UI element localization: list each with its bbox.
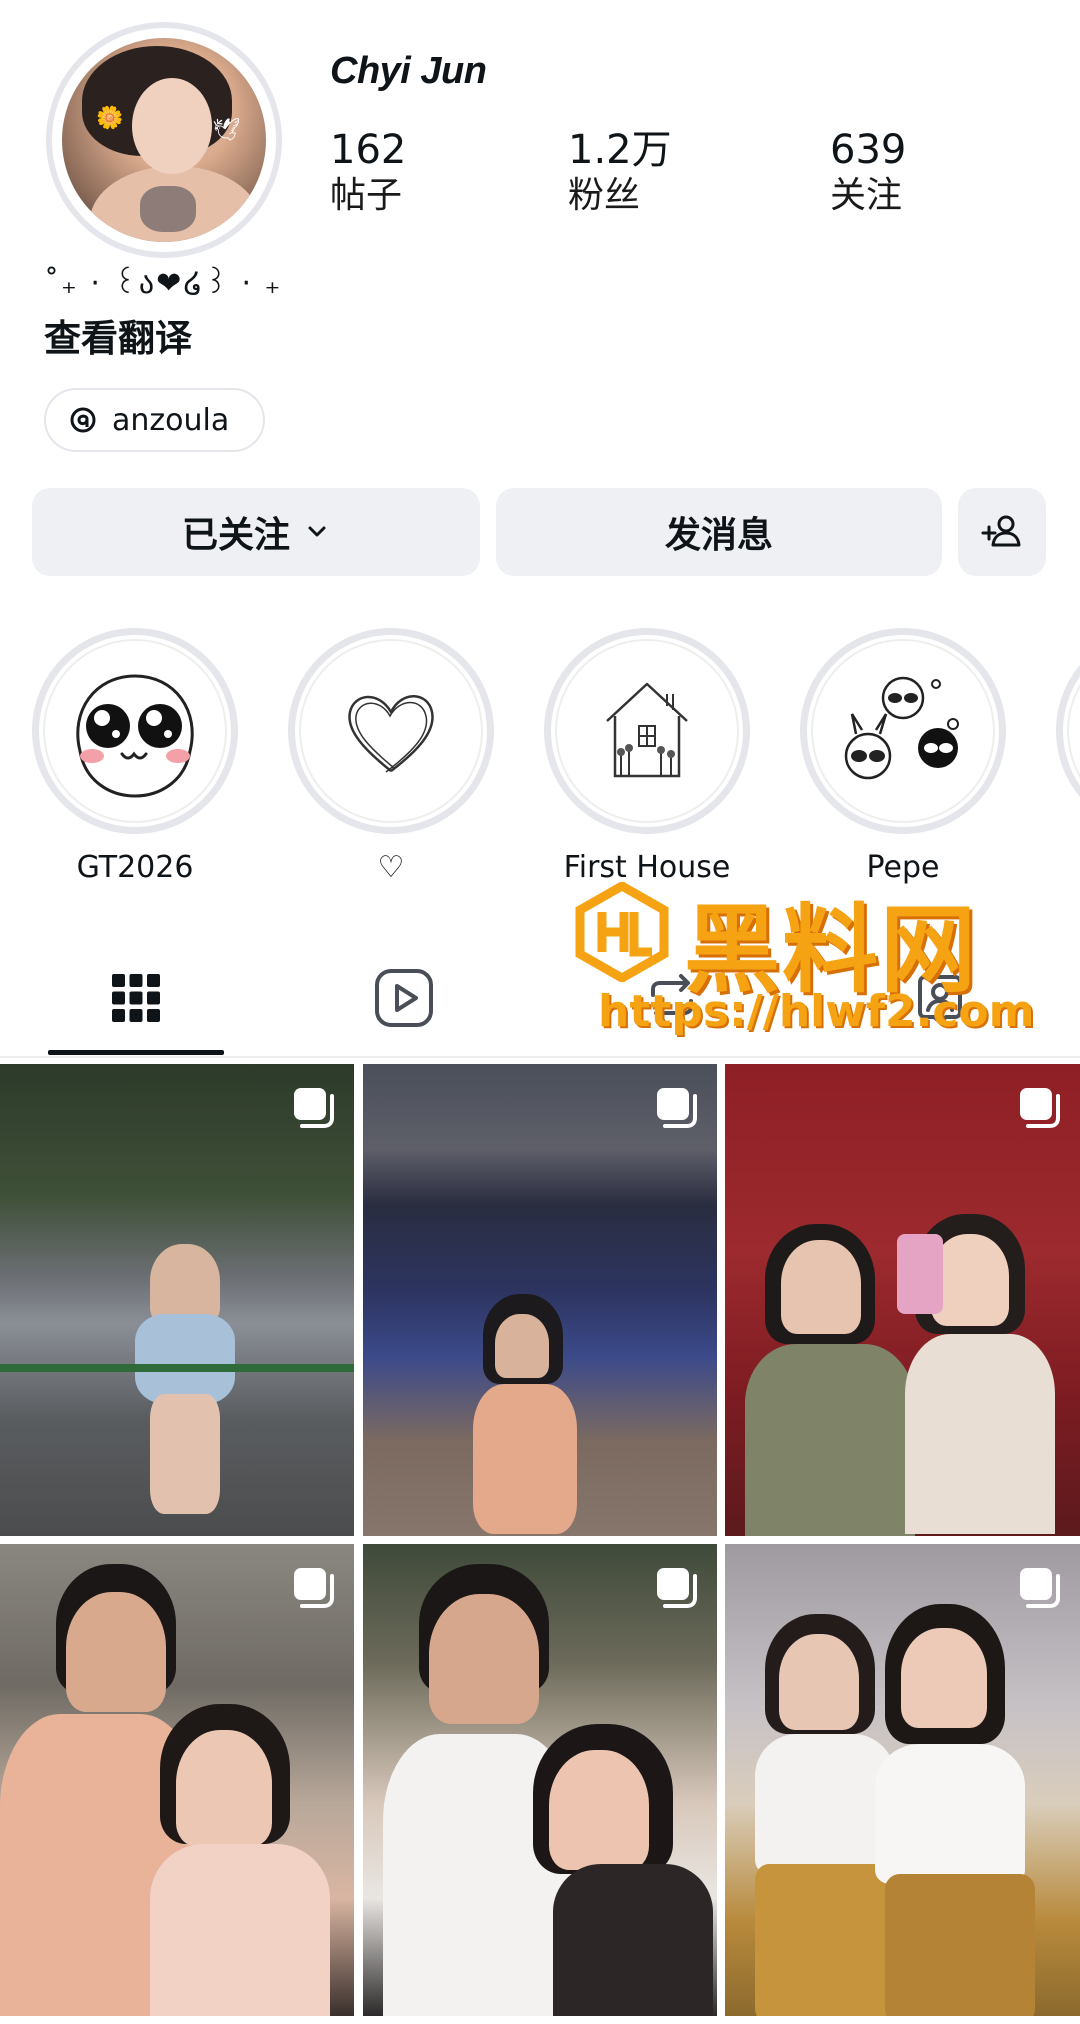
followers-count: 1.2万 xyxy=(568,127,672,173)
highlight-heart[interactable]: ♡ xyxy=(288,628,494,885)
post-tile[interactable] xyxy=(725,1544,1080,2016)
following-button-label: 已关注 xyxy=(181,515,290,556)
highlight-pepe[interactable]: Pepe xyxy=(800,628,1006,885)
tab-reels[interactable] xyxy=(316,940,492,1056)
threads-icon xyxy=(70,407,96,433)
following-label: 关注 xyxy=(830,175,903,216)
avatar-photo: 🌼 🕊 xyxy=(62,38,266,242)
person-plus-icon xyxy=(981,515,1021,547)
highlight-label: ♡ xyxy=(377,850,405,885)
chevron-down-icon xyxy=(308,526,326,537)
carousel-icon xyxy=(1020,1568,1060,1608)
grid-icon xyxy=(112,974,160,1022)
carousel-icon xyxy=(1020,1088,1060,1128)
post-tile[interactable] xyxy=(0,1544,354,2016)
display-name: Chyi Jun xyxy=(330,50,487,92)
heart-doodle-icon xyxy=(348,695,434,773)
bird-sticker-icon: 🕊 xyxy=(212,118,240,143)
tab-grid[interactable] xyxy=(48,940,224,1056)
posts-count: 162 xyxy=(330,127,407,173)
cute-face-icon xyxy=(76,674,194,798)
highlight-first-house[interactable]: First House xyxy=(544,628,750,885)
flower-sticker-icon: 🌼 xyxy=(96,106,124,131)
repost-icon xyxy=(651,974,693,1022)
highlight-partial[interactable] xyxy=(1056,628,1080,850)
carousel-icon xyxy=(294,1088,334,1128)
carousel-icon xyxy=(657,1568,697,1608)
tab-divider xyxy=(0,1056,1080,1058)
powerpuff-doodle-icon xyxy=(844,676,959,780)
post-tile[interactable] xyxy=(0,1064,354,1536)
bio-text: ˚₊ · ꒰ა❤໒꒱ · ₊ xyxy=(44,266,283,301)
posts-stat[interactable]: 162 帖子 xyxy=(330,128,406,220)
message-button[interactable]: 发消息 xyxy=(496,488,942,576)
highlight-gt2026[interactable]: GT2026 xyxy=(32,628,238,885)
post-tile[interactable] xyxy=(725,1064,1080,1536)
profile-avatar[interactable]: 🌼 🕊 xyxy=(46,22,282,258)
message-button-label: 发消息 xyxy=(664,515,773,556)
tab-tagged[interactable] xyxy=(852,940,1028,1056)
add-user-button[interactable] xyxy=(958,488,1046,576)
carousel-icon xyxy=(657,1088,697,1128)
followers-label: 粉丝 xyxy=(568,175,641,216)
followers-stat[interactable]: 1.2万 粉丝 xyxy=(568,128,672,220)
highlight-label: GT2026 xyxy=(76,850,194,885)
following-count: 639 xyxy=(830,127,907,173)
post-tile[interactable] xyxy=(363,1064,717,1536)
carousel-icon xyxy=(294,1568,334,1608)
tab-reposts[interactable] xyxy=(584,940,760,1056)
see-translation-link[interactable]: 查看翻译 xyxy=(44,308,192,362)
threads-handle: anzoula xyxy=(112,402,230,438)
house-doodle-icon xyxy=(606,682,688,778)
active-tab-indicator xyxy=(48,1050,224,1055)
post-tile[interactable] xyxy=(363,1544,717,2016)
reels-icon xyxy=(375,969,433,1027)
threads-badge[interactable]: anzoula xyxy=(44,388,266,452)
posts-label: 帖子 xyxy=(330,175,403,216)
highlight-label: Pepe xyxy=(866,850,940,885)
tagged-icon xyxy=(918,975,962,1024)
following-stat[interactable]: 639 关注 xyxy=(830,128,906,220)
highlight-label: First House xyxy=(563,850,731,885)
following-button[interactable]: 已关注 xyxy=(32,488,480,576)
